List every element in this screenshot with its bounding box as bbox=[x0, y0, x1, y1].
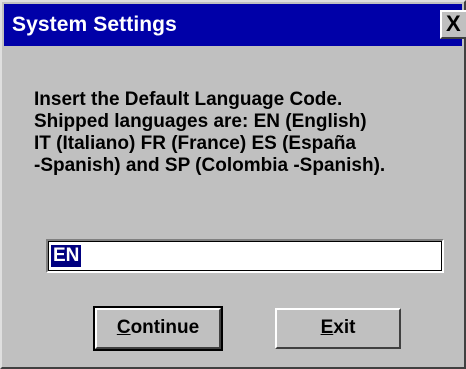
language-code-input[interactable]: EN bbox=[46, 239, 444, 273]
exit-button[interactable]: Exit bbox=[275, 308, 401, 349]
instruction-message: Insert the Default Language Code. Shippe… bbox=[34, 89, 444, 177]
message-line: -Spanish) and SP (Colombia -Spanish). bbox=[34, 155, 386, 176]
continue-button-label: Continue bbox=[116, 317, 200, 338]
close-button[interactable]: X bbox=[440, 10, 466, 39]
exit-button-label: Exit bbox=[320, 317, 356, 338]
language-code-value: EN bbox=[51, 245, 82, 267]
message-line: Insert the Default Language Code. bbox=[34, 89, 343, 110]
message-line: Shipped languages are: EN (English) bbox=[34, 111, 367, 132]
system-settings-dialog: System Settings X Insert the Default Lan… bbox=[0, 0, 466, 369]
close-icon: X bbox=[446, 11, 461, 36]
message-line: IT (Italiano) FR (France) ES (España bbox=[34, 133, 356, 154]
continue-button[interactable]: Continue bbox=[93, 306, 223, 351]
dialog-title: System Settings bbox=[12, 13, 177, 36]
title-bar[interactable]: System Settings X bbox=[4, 4, 466, 46]
